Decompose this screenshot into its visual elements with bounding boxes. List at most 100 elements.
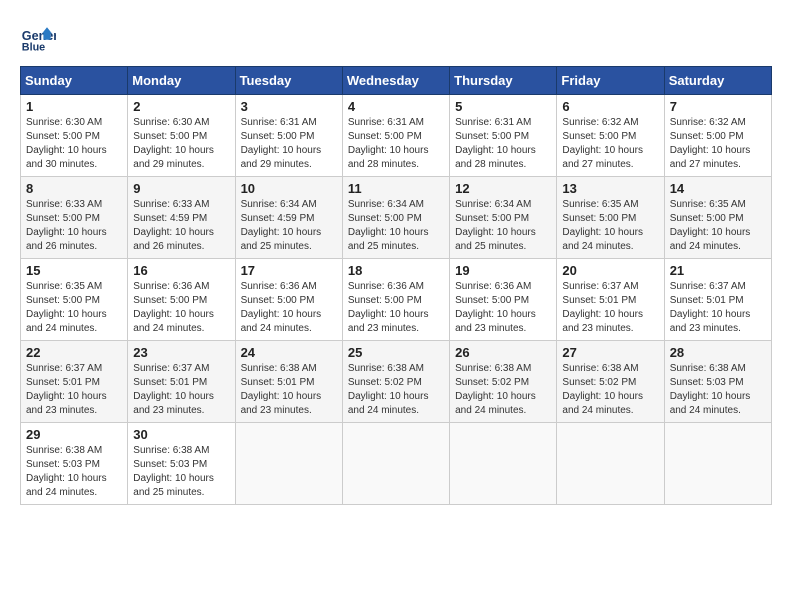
- calendar-day-cell: 8Sunrise: 6:33 AM Sunset: 5:00 PM Daylig…: [21, 177, 128, 259]
- day-number: 23: [133, 345, 229, 360]
- calendar-day-cell: 18 Sunrise: 6:36 AM Sunset: 5:00 PM Dayli…: [342, 259, 449, 341]
- day-number: 28: [670, 345, 766, 360]
- day-info: Sunrise: 6:36 AM Sunset: 5:00 PM Dayligh…: [133, 280, 229, 336]
- day-number: 6: [562, 99, 658, 114]
- day-number: 5: [455, 99, 551, 114]
- calendar-day-cell: 5 Sunrise: 6:31 AM Sunset: 5:00 PM Daylig…: [450, 95, 557, 177]
- day-of-week-header: Saturday: [664, 67, 771, 95]
- calendar-week-row: 8Sunrise: 6:33 AM Sunset: 5:00 PM Daylig…: [21, 177, 772, 259]
- day-info: Sunrise: 6:37 AM Sunset: 5:01 PM Dayligh…: [562, 280, 658, 336]
- day-info: Sunrise: 6:36 AM Sunset: 5:00 PM Dayligh…: [348, 280, 444, 336]
- day-info: Sunrise: 6:37 AM Sunset: 5:01 PM Dayligh…: [133, 362, 229, 418]
- day-info: Sunrise: 6:32 AM Sunset: 5:00 PM Dayligh…: [562, 116, 658, 172]
- day-number: 1: [26, 99, 122, 114]
- day-number: 9: [133, 181, 229, 196]
- day-number: 14: [670, 181, 766, 196]
- calendar-day-cell: 7 Sunrise: 6:32 AM Sunset: 5:00 PM Daylig…: [664, 95, 771, 177]
- calendar-day-cell: 21 Sunrise: 6:37 AM Sunset: 5:01 PM Dayli…: [664, 259, 771, 341]
- day-info: Sunrise: 6:33 AM Sunset: 4:59 PM Dayligh…: [133, 198, 229, 254]
- day-number: 13: [562, 181, 658, 196]
- day-number: 19: [455, 263, 551, 278]
- day-info: Sunrise: 6:34 AM Sunset: 4:59 PM Dayligh…: [241, 198, 337, 254]
- svg-text:Blue: Blue: [22, 42, 45, 54]
- calendar-day-cell: 12Sunrise: 6:34 AM Sunset: 5:00 PM Dayli…: [450, 177, 557, 259]
- day-info: Sunrise: 6:38 AM Sunset: 5:02 PM Dayligh…: [348, 362, 444, 418]
- calendar-day-cell: 30 Sunrise: 6:38 AM Sunset: 5:03 PM Dayli…: [128, 423, 235, 505]
- day-info: Sunrise: 6:38 AM Sunset: 5:03 PM Dayligh…: [133, 444, 229, 500]
- day-info: Sunrise: 6:37 AM Sunset: 5:01 PM Dayligh…: [26, 362, 122, 418]
- day-number: 26: [455, 345, 551, 360]
- day-info: Sunrise: 6:38 AM Sunset: 5:02 PM Dayligh…: [455, 362, 551, 418]
- calendar-day-cell: 20 Sunrise: 6:37 AM Sunset: 5:01 PM Dayli…: [557, 259, 664, 341]
- day-number: 7: [670, 99, 766, 114]
- day-info: Sunrise: 6:38 AM Sunset: 5:03 PM Dayligh…: [670, 362, 766, 418]
- day-info: Sunrise: 6:31 AM Sunset: 5:00 PM Dayligh…: [455, 116, 551, 172]
- calendar-day-cell: 2 Sunrise: 6:30 AM Sunset: 5:00 PM Daylig…: [128, 95, 235, 177]
- day-number: 11: [348, 181, 444, 196]
- day-number: 17: [241, 263, 337, 278]
- day-number: 29: [26, 427, 122, 442]
- day-number: 24: [241, 345, 337, 360]
- calendar-day-cell: [342, 423, 449, 505]
- day-of-week-header: Wednesday: [342, 67, 449, 95]
- day-info: Sunrise: 6:35 AM Sunset: 5:00 PM Dayligh…: [670, 198, 766, 254]
- day-info: Sunrise: 6:33 AM Sunset: 5:00 PM Dayligh…: [26, 198, 122, 254]
- day-info: Sunrise: 6:36 AM Sunset: 5:00 PM Dayligh…: [241, 280, 337, 336]
- day-number: 25: [348, 345, 444, 360]
- calendar-day-cell: 3Sunrise: 6:31 AM Sunset: 5:00 PM Daylig…: [235, 95, 342, 177]
- calendar-day-cell: 6 Sunrise: 6:32 AM Sunset: 5:00 PM Daylig…: [557, 95, 664, 177]
- calendar-day-cell: 19 Sunrise: 6:36 AM Sunset: 5:00 PM Dayli…: [450, 259, 557, 341]
- calendar-day-cell: 25 Sunrise: 6:38 AM Sunset: 5:02 PM Dayli…: [342, 341, 449, 423]
- calendar-day-cell: 11 Sunrise: 6:34 AM Sunset: 5:00 PM Dayli…: [342, 177, 449, 259]
- day-info: Sunrise: 6:35 AM Sunset: 5:00 PM Dayligh…: [26, 280, 122, 336]
- calendar-day-cell: 15 Sunrise: 6:35 AM Sunset: 5:00 PM Dayli…: [21, 259, 128, 341]
- calendar-day-cell: 10 Sunrise: 6:34 AM Sunset: 4:59 PM Dayli…: [235, 177, 342, 259]
- calendar-week-row: 15 Sunrise: 6:35 AM Sunset: 5:00 PM Dayli…: [21, 259, 772, 341]
- calendar-day-cell: 4Sunrise: 6:31 AM Sunset: 5:00 PM Daylig…: [342, 95, 449, 177]
- day-of-week-header: Friday: [557, 67, 664, 95]
- calendar-day-cell: 13Sunrise: 6:35 AM Sunset: 5:00 PM Dayli…: [557, 177, 664, 259]
- calendar-day-cell: 17 Sunrise: 6:36 AM Sunset: 5:00 PM Dayli…: [235, 259, 342, 341]
- day-number: 20: [562, 263, 658, 278]
- day-number: 15: [26, 263, 122, 278]
- calendar-day-cell: [664, 423, 771, 505]
- calendar-day-cell: 1Sunrise: 6:30 AM Sunset: 5:00 PM Daylig…: [21, 95, 128, 177]
- page-header: General Blue: [20, 20, 772, 56]
- day-info: Sunrise: 6:38 AM Sunset: 5:01 PM Dayligh…: [241, 362, 337, 418]
- calendar-week-row: 1 Sunrise: 6:30 AM Sunset: 5:00 PM Daylig…: [21, 95, 772, 177]
- calendar-day-cell: 22Sunrise: 6:37 AM Sunset: 5:01 PM Dayli…: [21, 341, 128, 423]
- logo: General Blue: [20, 20, 56, 56]
- calendar-day-cell: [557, 423, 664, 505]
- day-number: 30: [133, 427, 229, 442]
- calendar-day-cell: 27 Sunrise: 6:38 AM Sunset: 5:02 PM Dayli…: [557, 341, 664, 423]
- day-info: Sunrise: 6:38 AM Sunset: 5:03 PM Dayligh…: [26, 444, 122, 500]
- calendar-day-cell: [450, 423, 557, 505]
- calendar-day-cell: 16 Sunrise: 6:36 AM Sunset: 5:00 PM Dayli…: [128, 259, 235, 341]
- day-info: Sunrise: 6:38 AM Sunset: 5:02 PM Dayligh…: [562, 362, 658, 418]
- day-info: Sunrise: 6:30 AM Sunset: 5:00 PM Dayligh…: [133, 116, 229, 172]
- day-of-week-header: Tuesday: [235, 67, 342, 95]
- calendar-day-cell: 9 Sunrise: 6:33 AM Sunset: 4:59 PM Daylig…: [128, 177, 235, 259]
- calendar-day-cell: 14 Sunrise: 6:35 AM Sunset: 5:00 PM Dayli…: [664, 177, 771, 259]
- day-number: 18: [348, 263, 444, 278]
- day-number: 27: [562, 345, 658, 360]
- day-number: 21: [670, 263, 766, 278]
- day-info: Sunrise: 6:36 AM Sunset: 5:00 PM Dayligh…: [455, 280, 551, 336]
- day-info: Sunrise: 6:32 AM Sunset: 5:00 PM Dayligh…: [670, 116, 766, 172]
- calendar-day-cell: 26 Sunrise: 6:38 AM Sunset: 5:02 PM Dayli…: [450, 341, 557, 423]
- day-info: Sunrise: 6:34 AM Sunset: 5:00 PM Dayligh…: [348, 198, 444, 254]
- calendar-day-cell: 24 Sunrise: 6:38 AM Sunset: 5:01 PM Dayli…: [235, 341, 342, 423]
- day-number: 12: [455, 181, 551, 196]
- day-info: Sunrise: 6:31 AM Sunset: 5:00 PM Dayligh…: [241, 116, 337, 172]
- calendar-day-cell: 23 Sunrise: 6:37 AM Sunset: 5:01 PM Dayli…: [128, 341, 235, 423]
- day-number: 16: [133, 263, 229, 278]
- day-number: 10: [241, 181, 337, 196]
- day-number: 2: [133, 99, 229, 114]
- calendar-week-row: 22Sunrise: 6:37 AM Sunset: 5:01 PM Dayli…: [21, 341, 772, 423]
- day-of-week-header: Monday: [128, 67, 235, 95]
- calendar-week-row: 29 Sunrise: 6:38 AM Sunset: 5:03 PM Dayli…: [21, 423, 772, 505]
- day-info: Sunrise: 6:37 AM Sunset: 5:01 PM Dayligh…: [670, 280, 766, 336]
- calendar-day-cell: 28 Sunrise: 6:38 AM Sunset: 5:03 PM Dayli…: [664, 341, 771, 423]
- day-number: 4: [348, 99, 444, 114]
- day-of-week-header: Sunday: [21, 67, 128, 95]
